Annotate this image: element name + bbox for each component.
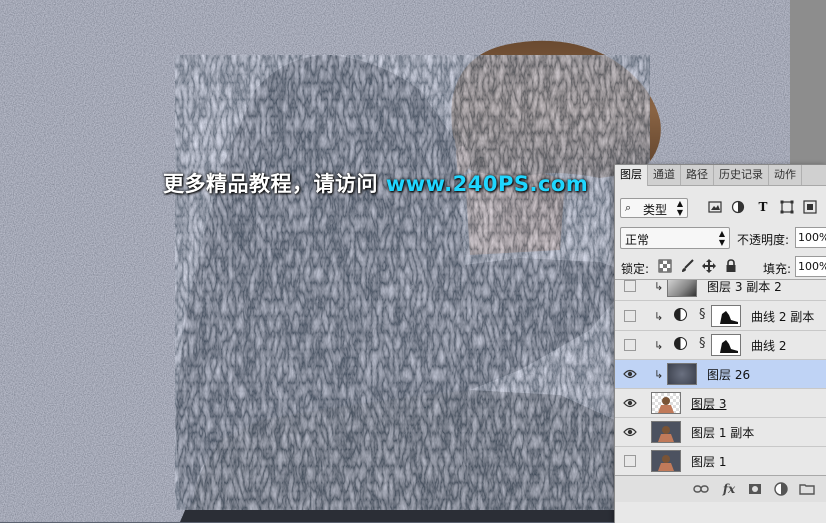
filter-row: ⌕ 类型 ▲ ▼ T xyxy=(615,197,826,221)
layer-name[interactable]: 图层 3 xyxy=(691,395,726,412)
layer-thumbnail xyxy=(651,421,681,443)
lock-transparent-icon[interactable] xyxy=(658,259,672,273)
layer-name[interactable]: 图层 26 xyxy=(707,366,750,383)
visibility-toggle[interactable] xyxy=(624,310,636,322)
fx-icon[interactable]: fx xyxy=(721,481,737,497)
adjustment-filter-icon[interactable] xyxy=(731,200,745,214)
filter-value: 类型 xyxy=(643,203,668,217)
chain-link-icon: § xyxy=(699,336,706,351)
layer-name[interactable]: 图层 1 xyxy=(691,453,726,470)
new-group-icon[interactable] xyxy=(799,481,815,497)
layer-row[interactable]: 图层 1 xyxy=(615,447,826,476)
layer-filter-select[interactable]: ⌕ 类型 ▲ ▼ xyxy=(620,198,688,218)
text-filter-icon[interactable]: T xyxy=(756,200,770,214)
clipping-arrow-icon: ↳ xyxy=(654,368,664,381)
layer-row[interactable]: ↳ § 曲线 2 副本 xyxy=(615,302,826,331)
panel-footer: fx xyxy=(615,475,826,502)
clipping-arrow-icon: ↳ xyxy=(654,339,664,352)
layer-thumbnail xyxy=(651,450,681,472)
blend-mode-select[interactable]: 正常 ▲ ▼ xyxy=(620,227,730,249)
layer-row[interactable]: ↳ § 曲线 2 xyxy=(615,331,826,360)
eye-icon[interactable] xyxy=(623,397,637,409)
fill-input[interactable]: 100% xyxy=(795,256,826,277)
panel-tabs: 图层 通道 路径 历史记录 动作 xyxy=(615,165,826,186)
tab-history[interactable]: 历史记录 xyxy=(714,165,769,185)
dropdown-arrows-icon: ▲ ▼ xyxy=(718,229,725,247)
layer-row[interactable]: 图层 3 xyxy=(615,389,826,418)
tab-actions[interactable]: 动作 xyxy=(769,165,802,185)
link-layers-icon[interactable] xyxy=(693,481,709,497)
blend-mode-value: 正常 xyxy=(625,233,650,247)
layer-name[interactable]: 图层 3 副本 2 xyxy=(707,280,782,295)
visibility-toggle[interactable] xyxy=(624,339,636,351)
visibility-toggle[interactable] xyxy=(624,455,636,467)
shape-filter-icon[interactable] xyxy=(780,200,794,214)
curves-adjustment-icon xyxy=(674,308,687,321)
lock-row: 锁定: 填充: 100% xyxy=(615,256,826,279)
layer-mask-thumbnail xyxy=(711,334,741,356)
lock-paint-icon[interactable] xyxy=(680,259,694,273)
image-filter-icon[interactable] xyxy=(708,200,722,214)
tab-layers[interactable]: 图层 xyxy=(615,165,648,186)
layer-name[interactable]: 曲线 2 副本 xyxy=(751,308,814,325)
layer-thumbnail xyxy=(667,280,697,297)
opacity-input[interactable]: 100% xyxy=(795,227,826,248)
lock-move-icon[interactable] xyxy=(702,259,716,273)
lock-label: 锁定: xyxy=(621,262,650,276)
layer-mask-thumbnail xyxy=(711,305,741,327)
tab-paths[interactable]: 路径 xyxy=(681,165,714,185)
lock-all-icon[interactable] xyxy=(724,259,738,273)
eye-icon[interactable] xyxy=(623,426,637,438)
dropdown-arrows-icon: ▲ ▼ xyxy=(676,199,683,217)
tab-channels[interactable]: 通道 xyxy=(648,165,681,185)
eye-icon[interactable] xyxy=(623,368,637,380)
watermark-url: www.240PS.com xyxy=(385,172,589,196)
clipping-arrow-icon: ↳ xyxy=(654,280,664,293)
curves-adjustment-icon xyxy=(674,337,687,350)
search-icon: ⌕ xyxy=(625,201,632,214)
clipping-arrow-icon: ↳ xyxy=(654,310,664,323)
add-mask-icon[interactable] xyxy=(747,481,763,497)
watermark: 更多精品教程，请访问 www.240PS.com xyxy=(163,168,588,198)
layer-thumbnail xyxy=(667,363,697,385)
layer-thumbnail xyxy=(651,392,681,414)
chain-link-icon: § xyxy=(699,307,706,322)
layer-row-selected[interactable]: ↳ 图层 26 xyxy=(615,360,826,389)
layers-panel: 图层 通道 路径 历史记录 动作 ⌕ 类型 ▲ ▼ T 正常 ▲ ▼ 不透明度:… xyxy=(614,164,826,523)
smart-object-filter-icon[interactable] xyxy=(803,200,817,214)
layer-name[interactable]: 曲线 2 xyxy=(751,337,786,354)
layer-name[interactable]: 图层 1 副本 xyxy=(691,424,754,441)
new-adjustment-icon[interactable] xyxy=(773,481,789,497)
layer-row[interactable]: ↳ 图层 3 副本 2 xyxy=(615,280,826,301)
opacity-label: 不透明度: xyxy=(737,233,790,247)
watermark-text: 更多精品教程，请访问 xyxy=(163,172,386,196)
visibility-toggle[interactable] xyxy=(624,280,636,292)
layer-list: ↳ 图层 3 副本 2 ↳ § 曲线 2 副本 ↳ § 曲线 2 ↳ 图层 26… xyxy=(615,279,826,476)
layer-row[interactable]: 图层 1 副本 xyxy=(615,418,826,447)
fill-label: 填充: xyxy=(763,262,792,276)
